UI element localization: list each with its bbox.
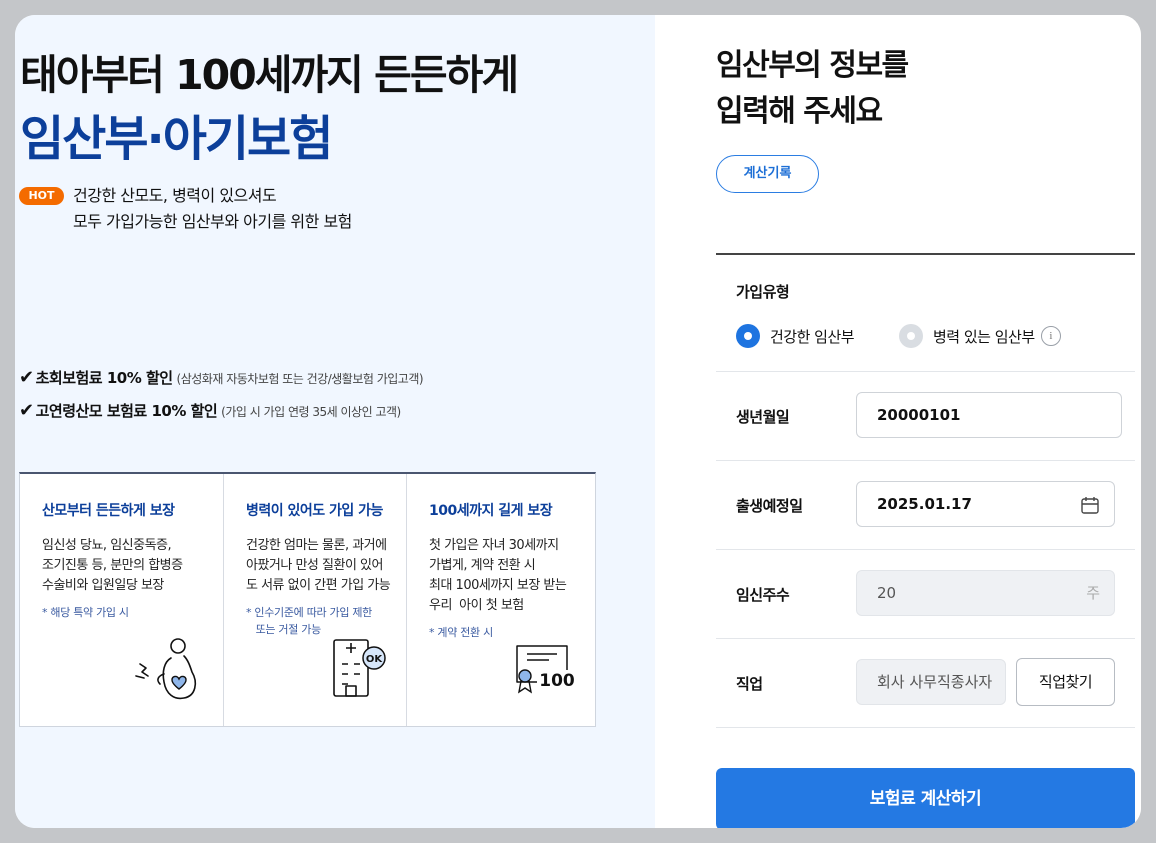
product-name: 임산부·아기보험 bbox=[20, 111, 333, 167]
feature-card-easy-join: 병력이 있어도 가입 가능 건강한 엄마는 물론, 과거에 아팠거나 만성 질환… bbox=[224, 474, 407, 726]
svg-text:100: 100 bbox=[539, 671, 575, 691]
job-search-button[interactable]: 직업찾기 bbox=[1016, 658, 1115, 706]
form-title: 임산부의 정보를 입력해 주세요 bbox=[716, 48, 909, 129]
calculation-history-button[interactable]: 계산기록 bbox=[716, 155, 819, 193]
feature-card-mother-coverage: 산모부터 든든하게 보장 임신성 당뇨, 임신중독증, 조기진통 등, 분만의 … bbox=[20, 474, 224, 726]
join-type-label: 가입유형 bbox=[736, 283, 790, 301]
birthdate-row: 생년월일 20000101 bbox=[716, 372, 1135, 461]
feature-desc: 임신성 당뇨, 임신중독증, 조기진통 등, 분만의 합병증 수술비와 입원일당… bbox=[42, 538, 183, 593]
feature-cards: 산모부터 든든하게 보장 임신성 당뇨, 임신중독증, 조기진통 등, 분만의 … bbox=[19, 472, 596, 727]
birthdate-input[interactable]: 20000101 bbox=[856, 392, 1122, 438]
hero-description: 건강한 산모도, 병력이 있으셔도 모두 가입가능한 임산부와 아기를 위한 보… bbox=[73, 183, 352, 235]
feature-note: * 계약 전환 시 bbox=[429, 626, 493, 639]
calculate-premium-button[interactable]: 보험료 계산하기 bbox=[716, 768, 1135, 828]
info-icon[interactable]: i bbox=[1040, 326, 1061, 346]
pregnancy-weeks-field: 20 주 bbox=[856, 570, 1115, 616]
pregnancy-weeks-label: 임신주수 bbox=[736, 586, 790, 604]
pregnant-heart-icon bbox=[135, 638, 197, 700]
weeks-unit: 주 bbox=[1086, 584, 1100, 602]
benefit-first-premium-discount: ✔ 초회보험료 10% 할인 (삼성화재 자동차보험 또는 건강/생활보험 가입고객… bbox=[19, 367, 424, 388]
certificate-100-icon: 100 bbox=[516, 645, 577, 694]
feature-title: 병력이 있어도 가입 가능 bbox=[246, 503, 383, 519]
job-label: 직업 bbox=[736, 675, 763, 693]
job-row: 직업 회사 사무직종사자 직업찾기 bbox=[716, 639, 1135, 728]
job-field: 회사 사무직종사자 bbox=[856, 659, 1006, 705]
due-date-label: 출생예정일 bbox=[736, 497, 803, 515]
hospital-ok-icon: OK bbox=[333, 639, 386, 697]
feature-desc: 첫 가입은 자녀 30세까지 가볍게, 계약 전환 시 최대 100세까지 보장… bbox=[429, 538, 567, 613]
product-intro-panel: 태아부터 100세까지 든든하게 임산부·아기보험 HOT 건강한 산모도, 병… bbox=[15, 15, 655, 828]
feature-title: 산모부터 든든하게 보장 bbox=[42, 503, 175, 519]
benefit-senior-mother-discount: ✔ 고연령산모 보험료 10% 할인 (가입 시 가입 연령 35세 이상인 고객) bbox=[19, 400, 401, 421]
due-date-row: 출생예정일 2025.01.17 bbox=[716, 461, 1135, 550]
feature-title: 100세까지 길게 보장 bbox=[429, 503, 553, 519]
checkmark-icon: ✔ bbox=[19, 400, 34, 421]
birthdate-label: 생년월일 bbox=[736, 408, 790, 426]
join-type-row: 가입유형 건강한 임산부 병력 있는 임산부 i bbox=[716, 255, 1135, 372]
feature-note: * 해당 특약 가입 시 bbox=[42, 606, 129, 619]
due-date-input[interactable]: 2025.01.17 bbox=[856, 481, 1115, 527]
radio-unselected-icon bbox=[899, 324, 923, 348]
hot-badge: HOT bbox=[19, 187, 64, 205]
hero-description-line1: 건강한 산모도, 병력이 있으셔도 bbox=[73, 186, 277, 205]
feature-desc: 건강한 엄마는 물론, 과거에 아팠거나 만성 질환이 있어 도 서류 없이 간… bbox=[246, 538, 391, 593]
calendar-icon[interactable] bbox=[1080, 495, 1100, 515]
feature-note: * 인수기준에 따라 가입 제한 또는 거절 가능 bbox=[246, 606, 373, 636]
feature-card-long-coverage: 100세까지 길게 보장 첫 가입은 자녀 30세까지 가볍게, 계약 전환 시… bbox=[407, 474, 595, 726]
svg-text:OK: OK bbox=[366, 654, 384, 665]
checkmark-icon: ✔ bbox=[19, 367, 34, 388]
hero-description-line2: 모두 가입가능한 임산부와 아기를 위한 보험 bbox=[73, 212, 352, 231]
hero-headline: 태아부터 100세까지 든든하게 bbox=[20, 51, 519, 99]
calculator-form-panel: 임산부의 정보를 입력해 주세요 계산기록 가입유형 건강한 임산부 병력 있는… bbox=[655, 15, 1141, 828]
pregnancy-weeks-row: 임신주수 20 주 bbox=[716, 550, 1135, 639]
main-card: 태아부터 100세까지 든든하게 임산부·아기보험 HOT 건강한 산모도, 병… bbox=[15, 15, 1141, 828]
radio-mother-with-history[interactable]: 병력 있는 임산부 i bbox=[899, 324, 1061, 348]
radio-healthy-mother[interactable]: 건강한 임산부 bbox=[736, 324, 855, 348]
radio-selected-icon bbox=[736, 324, 760, 348]
